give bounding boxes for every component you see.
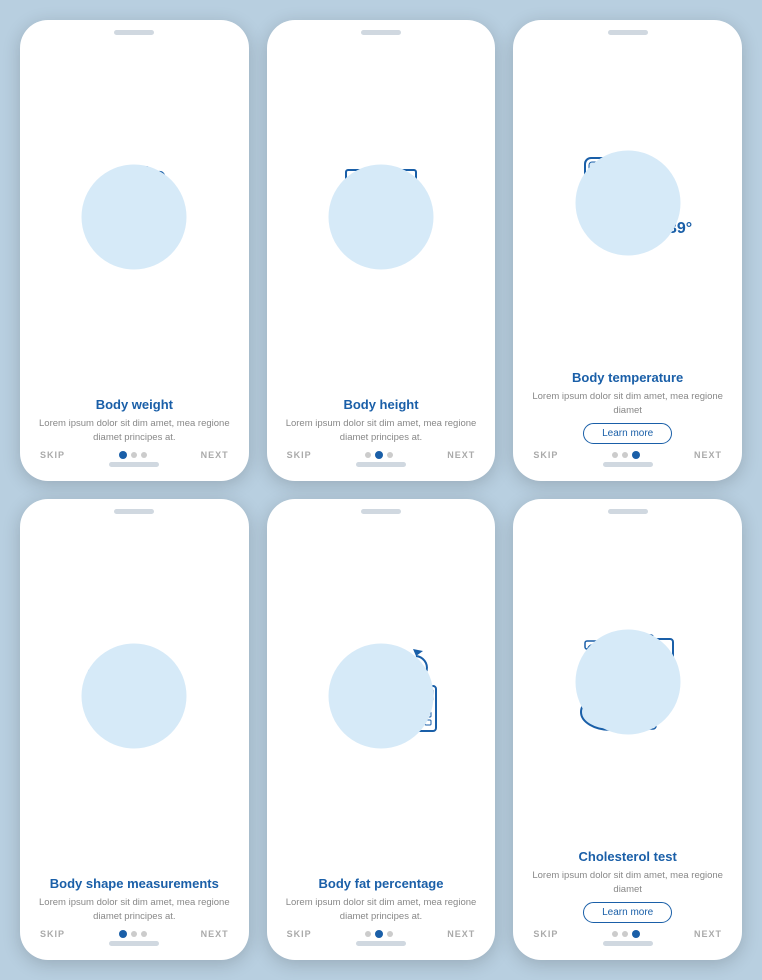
learn-more-button[interactable]: Learn more (583, 423, 672, 444)
dot-1 (612, 452, 618, 458)
illustration-body-weight: 75 (30, 43, 239, 391)
nav-row: SKIP NEXT (30, 929, 239, 939)
card-body-temperature: 36,6 C° 36,6 C° 39° Body temperatur (513, 20, 742, 481)
dot-2 (131, 452, 137, 458)
card-body-shape: Body shape measurements Lorem ipsum dolo… (20, 499, 249, 960)
dots (612, 451, 640, 459)
dots (119, 930, 147, 938)
dots (365, 451, 393, 459)
nav-row: SKIP NEXT (523, 929, 732, 939)
next-button[interactable]: NEXT (201, 450, 229, 460)
learn-more-button[interactable]: Learn more (583, 902, 672, 923)
card-desc: Lorem ipsum dolor sit dim amet, mea regi… (285, 417, 478, 444)
dot-3 (141, 452, 147, 458)
dot-2 (375, 451, 383, 459)
skip-button[interactable]: SKIP (287, 450, 312, 460)
dot-2 (622, 452, 628, 458)
nav-row: SKIP NEXT (277, 450, 486, 460)
next-button[interactable]: NEXT (447, 929, 475, 939)
card-desc: Lorem ipsum dolor sit dim amet, mea regi… (531, 390, 724, 417)
dot-3 (387, 931, 393, 937)
dot-1 (119, 930, 127, 938)
dot-3 (387, 452, 393, 458)
skip-button[interactable]: SKIP (533, 450, 558, 460)
dots (612, 930, 640, 938)
illustration-body-fat: 40% (277, 522, 486, 870)
dots (119, 451, 147, 459)
illustration-body-shape (30, 522, 239, 870)
card-body-fat: 40% Body fat percentage Lorem ipsum dolo… (267, 499, 496, 960)
dot-1 (365, 931, 371, 937)
skip-button[interactable]: SKIP (533, 929, 558, 939)
skip-button[interactable]: SKIP (40, 929, 65, 939)
illustration-body-height (277, 43, 486, 391)
dot-1 (119, 451, 127, 459)
dots (365, 930, 393, 938)
dot-1 (365, 452, 371, 458)
card-desc: Lorem ipsum dolor sit dim amet, mea regi… (285, 896, 478, 923)
card-title: Body height (343, 397, 418, 414)
dot-2 (375, 930, 383, 938)
skip-button[interactable]: SKIP (40, 450, 65, 460)
dot-2 (622, 931, 628, 937)
next-button[interactable]: NEXT (447, 450, 475, 460)
dot-3 (632, 930, 640, 938)
dot-1 (612, 931, 618, 937)
nav-row: SKIP NEXT (523, 450, 732, 460)
illustration-body-temperature: 36,6 C° 36,6 C° 39° (523, 43, 732, 364)
dot-2 (131, 931, 137, 937)
illustration-cholesterol (523, 522, 732, 843)
card-body-weight: 75 Body weight Lorem ipsum dolor sit dim… (20, 20, 249, 481)
cards-grid: 75 Body weight Lorem ipsum dolor sit dim… (0, 0, 762, 980)
nav-row: SKIP NEXT (277, 929, 486, 939)
card-desc: Lorem ipsum dolor sit dim amet, mea regi… (38, 417, 231, 444)
card-title: Body shape measurements (50, 876, 219, 893)
card-desc: Lorem ipsum dolor sit dim amet, mea regi… (38, 896, 231, 923)
card-body-height: Body height Lorem ipsum dolor sit dim am… (267, 20, 496, 481)
next-button[interactable]: NEXT (694, 929, 722, 939)
card-title: Body weight (96, 397, 173, 414)
next-button[interactable]: NEXT (694, 450, 722, 460)
card-desc: Lorem ipsum dolor sit dim amet, mea regi… (531, 869, 724, 896)
card-title: Body temperature (572, 370, 683, 387)
dot-3 (632, 451, 640, 459)
next-button[interactable]: NEXT (201, 929, 229, 939)
dot-3 (141, 931, 147, 937)
nav-row: SKIP NEXT (30, 450, 239, 460)
card-title: Cholesterol test (579, 849, 677, 866)
card-cholesterol: Cholesterol test Lorem ipsum dolor sit d… (513, 499, 742, 960)
skip-button[interactable]: SKIP (287, 929, 312, 939)
card-title: Body fat percentage (319, 876, 444, 893)
